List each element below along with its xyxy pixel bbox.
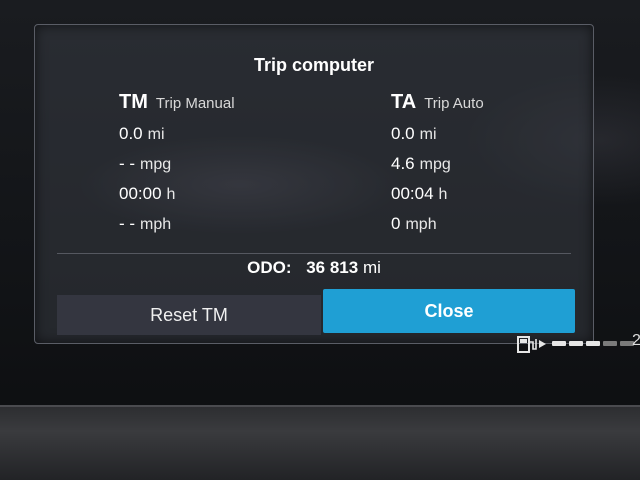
trip-manual-time: 00:00 h [119, 179, 235, 209]
trip-auto-label: Trip Auto [424, 95, 484, 112]
close-button[interactable]: Close [323, 289, 575, 333]
trip-manual-distance-value: 0.0 [119, 124, 143, 143]
trip-auto-consumption: 4.6 mpg [391, 149, 484, 179]
trip-manual-time-unit: h [166, 186, 176, 203]
odometer-label: ODO: [247, 258, 292, 277]
trip-manual-speed-unit: mph [140, 216, 172, 233]
trip-auto-speed: 0 mph [391, 209, 484, 239]
trip-auto-time-unit: h [438, 186, 448, 203]
trip-manual-speed: - - mph [119, 209, 235, 239]
trip-auto-time: 00:04 h [391, 179, 484, 209]
trip-manual-column: TM Trip Manual 0.0 mi - - mpg 00:00 h - - mp… [119, 91, 235, 239]
trip-auto-distance: 0.0 mi [391, 119, 484, 149]
trip-manual-speed-value: - - [119, 214, 136, 233]
fuel-gauge [516, 334, 640, 356]
trip-auto-header: TA Trip Auto [391, 91, 484, 119]
trip-manual-consumption: - - mpg [119, 149, 235, 179]
fuel-level-segment [586, 341, 600, 346]
trip-auto-column: TA Trip Auto 0.0 mi 4.6 mpg 00:04 h 0 mph [391, 91, 484, 239]
edge-glyph: 2 [632, 332, 640, 349]
trip-auto-speed-value: 0 [391, 214, 401, 233]
trip-manual-distance: 0.0 mi [119, 119, 235, 149]
dialog-title: Trip computer [253, 55, 374, 75]
fuel-level-segment [569, 341, 583, 346]
trip-auto-distance-value: 0.0 [391, 124, 415, 143]
dashboard-bezel [0, 405, 640, 480]
bezel-edge [0, 405, 640, 407]
trip-manual-label: Trip Manual [155, 95, 235, 112]
trip-manual-time-value: 00:00 [119, 184, 162, 203]
trip-auto-time-value: 00:04 [391, 184, 434, 203]
trip-manual-abbr: TM [119, 91, 148, 113]
trip-auto-abbr: TA [391, 91, 417, 113]
trip-manual-header: TM Trip Manual [119, 91, 235, 119]
divider [57, 253, 571, 254]
odometer: ODO: 36 813 mi [35, 258, 593, 278]
trip-auto-consumption-value: 4.6 [391, 154, 415, 173]
trip-manual-distance-unit: mi [147, 126, 165, 143]
trip-auto-consumption-unit: mpg [419, 156, 451, 173]
fuel-pump-icon [517, 336, 546, 353]
odometer-unit: mi [362, 258, 381, 277]
trip-manual-consumption-unit: mpg [140, 156, 172, 173]
trip-auto-distance-unit: mi [419, 126, 437, 143]
fuel-level-segment [603, 341, 617, 346]
trip-computer-dialog: Trip computer TM Trip Manual 0.0 mi - - mp… [34, 24, 594, 344]
trip-auto-speed-unit: mph [405, 216, 437, 233]
odometer-value: 36 813 [306, 258, 359, 277]
trip-manual-consumption-value: - - [119, 154, 136, 173]
reset-tm-button[interactable]: Reset TM [57, 295, 321, 335]
fuel-level-segment [552, 341, 566, 346]
